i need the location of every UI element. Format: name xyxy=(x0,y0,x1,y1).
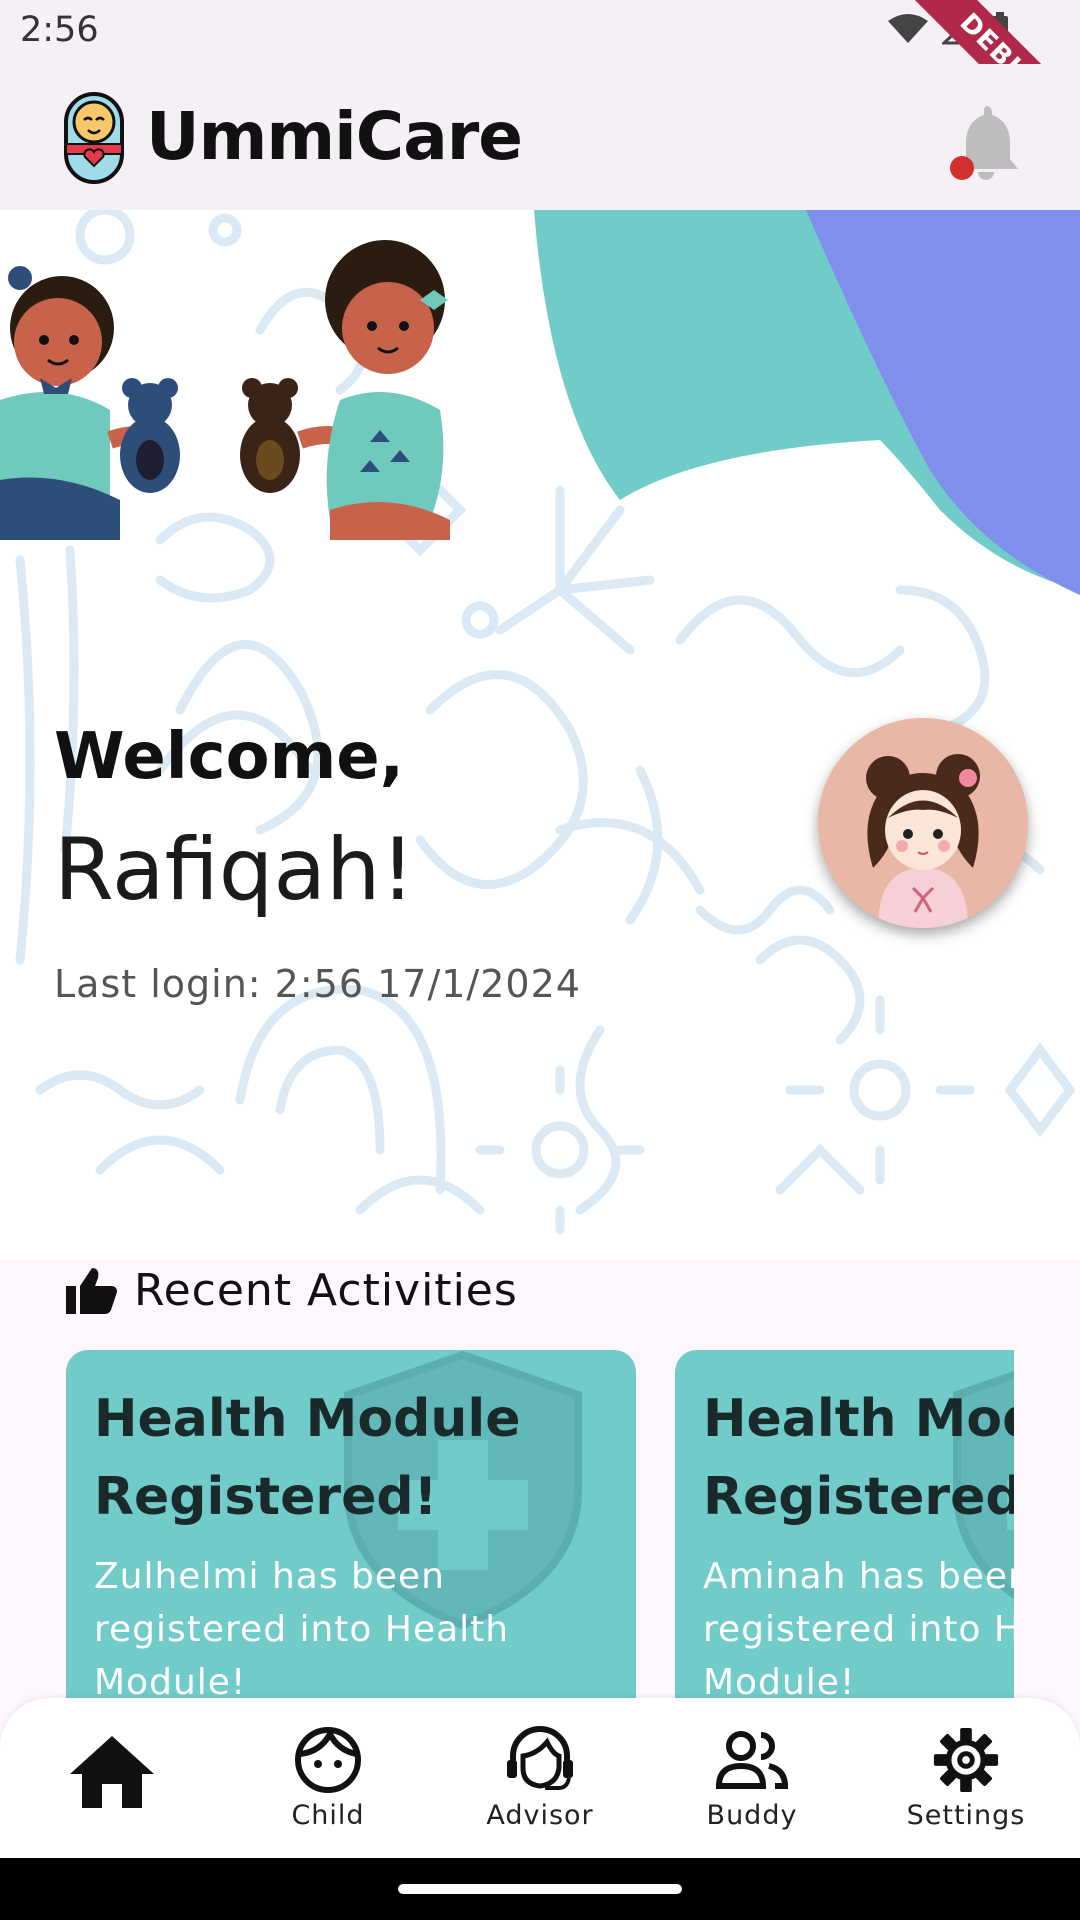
activity-card-title: Health Module Registered! xyxy=(703,1389,1014,1527)
activity-card-description: Aminah has been registered into Health M… xyxy=(703,1556,1014,1700)
support-agent-icon xyxy=(507,1726,573,1790)
people-icon xyxy=(715,1731,789,1789)
nav-buddy[interactable]: Buddy xyxy=(672,1726,832,1831)
thumbs-up-icon xyxy=(66,1268,117,1314)
welcome-greeting: Welcome, xyxy=(54,720,404,794)
user-name: Rafiqah! xyxy=(54,820,416,920)
nav-home[interactable] xyxy=(32,1734,192,1810)
girl-avatar-icon xyxy=(818,718,1028,928)
notification-bell-icon[interactable] xyxy=(948,100,1024,184)
home-gesture-bar[interactable] xyxy=(398,1884,682,1894)
status-bar: 2:56 DEBUG xyxy=(0,0,1080,178)
welcome-hero: Welcome, Rafiqah! Last login: 2:56 17/1/… xyxy=(0,210,1080,1260)
nav-advisor-label: Advisor xyxy=(486,1800,594,1831)
activity-card-description: Zulhelmi has been registered into Health… xyxy=(94,1556,510,1700)
wifi-icon xyxy=(888,14,928,43)
notification-dot xyxy=(950,156,974,180)
activity-card[interactable]: Health Module Registered! Aminah has bee… xyxy=(675,1350,1014,1700)
app-title: UmmiCare xyxy=(146,98,523,175)
nav-settings[interactable]: Settings xyxy=(886,1726,1046,1831)
last-login-text: Last login: 2:56 17/1/2024 xyxy=(54,962,581,1006)
avatar[interactable] xyxy=(818,718,1028,928)
nav-advisor[interactable]: Advisor xyxy=(460,1726,620,1831)
gear-icon xyxy=(933,1727,999,1793)
bottom-navigation: Child Advisor Buddy Settings xyxy=(0,1698,1080,1858)
nav-child-label: Child xyxy=(291,1800,365,1831)
baby-logo-icon xyxy=(64,92,124,184)
kids-illustration xyxy=(0,240,450,540)
home-icon xyxy=(70,1736,154,1808)
recent-activities-header: Recent Activities xyxy=(66,1260,518,1320)
app-bar: UmmiCare xyxy=(0,64,1080,210)
activity-carousel[interactable]: Health Module Registered! Zulhelmi has b… xyxy=(66,1350,1014,1700)
recent-activities-title: Recent Activities xyxy=(134,1264,518,1316)
status-time: 2:56 xyxy=(20,10,99,50)
activity-card[interactable]: Health Module Registered! Zulhelmi has b… xyxy=(66,1350,636,1700)
nav-child[interactable]: Child xyxy=(248,1726,408,1831)
child-face-icon xyxy=(295,1727,361,1793)
activity-card-title: Health Module Registered! xyxy=(94,1389,521,1527)
system-navigation-bar xyxy=(0,1858,1080,1920)
recent-activities-section: Recent Activities Health Module Register… xyxy=(0,1260,1080,1700)
nav-settings-label: Settings xyxy=(906,1800,1026,1831)
nav-buddy-label: Buddy xyxy=(706,1800,798,1831)
